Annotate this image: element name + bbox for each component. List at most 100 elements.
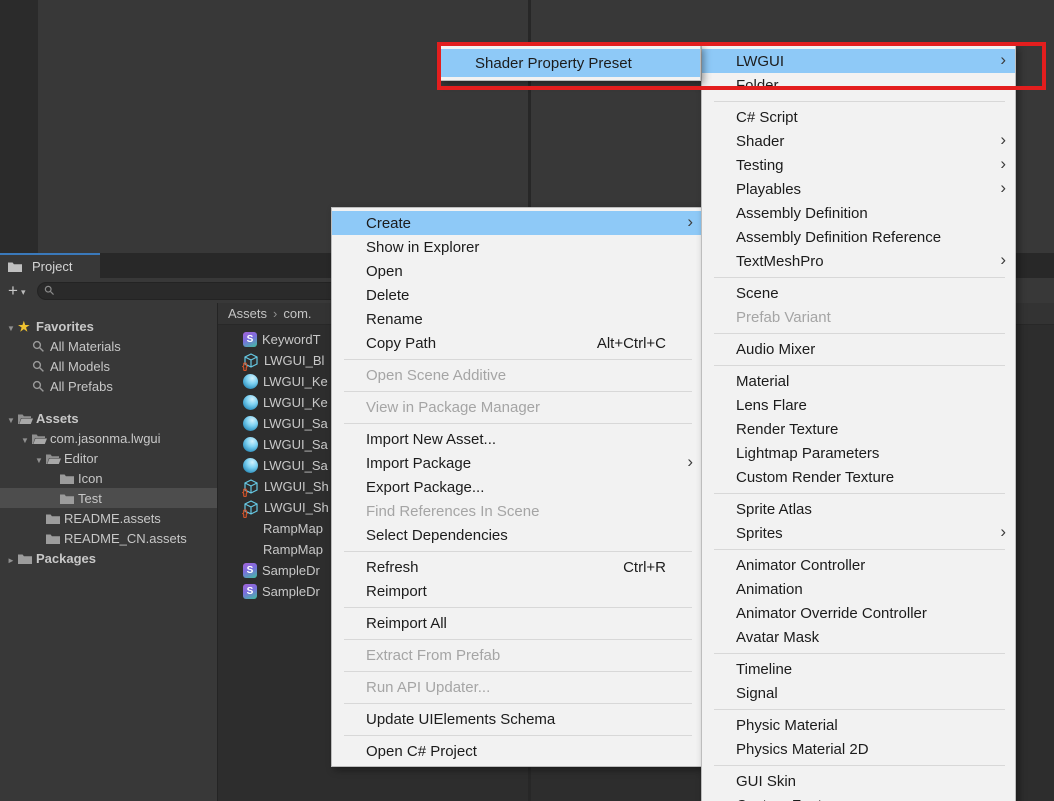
folder-open-icon <box>18 413 33 424</box>
menu-item-export-package[interactable]: Export Package... <box>332 475 702 499</box>
tree-item-label: com.jasonma.lwgui <box>50 431 161 446</box>
menu-item-material[interactable]: Material <box>702 369 1015 393</box>
tree-item-com-jasonma-lwgui[interactable]: ▼ com.jasonma.lwgui <box>0 428 217 448</box>
star-icon: ★ <box>18 320 30 333</box>
menu-item-custom-font[interactable]: Custom Font <box>702 793 1015 801</box>
menu-item-label: Lens Flare <box>736 397 807 414</box>
menu-item-assembly-definition[interactable]: Assembly Definition <box>702 201 1015 225</box>
tree-item-readme-assets[interactable]: README.assets <box>0 508 217 528</box>
tree-spacer <box>0 396 217 408</box>
expand-open-icon[interactable]: ▼ <box>18 431 32 446</box>
file-item-label: RampMap <box>263 521 323 536</box>
menu-separator <box>714 549 1005 550</box>
menu-separator <box>714 365 1005 366</box>
menu-item-refresh[interactable]: RefreshCtrl+R <box>332 555 702 579</box>
tree-item-favorites[interactable]: ▼★Favorites <box>0 316 217 336</box>
tree-item-readme-cn-assets[interactable]: README_CN.assets <box>0 528 217 548</box>
menu-item-label: Material <box>736 373 789 390</box>
tree-item-icon[interactable]: Icon <box>0 468 217 488</box>
tree-item-label: README_CN.assets <box>64 531 187 546</box>
menu-item-timeline[interactable]: Timeline <box>702 657 1015 681</box>
menu-item-lwgui[interactable]: LWGUI› <box>702 49 1015 73</box>
breadcrumb-folder[interactable]: com. <box>283 306 311 321</box>
menu-item-lightmap-parameters[interactable]: Lightmap Parameters <box>702 441 1015 465</box>
menu-item-reimport[interactable]: Reimport <box>332 579 702 603</box>
menu-item-extract-from-prefab: Extract From Prefab <box>332 643 702 667</box>
menu-item-import-new-asset[interactable]: Import New Asset... <box>332 427 702 451</box>
menu-item-select-dependencies[interactable]: Select Dependencies <box>332 523 702 547</box>
tree-item-assets[interactable]: ▼Assets <box>0 408 217 428</box>
tree-item-label: All Materials <box>50 339 121 354</box>
menu-item-open-c-project[interactable]: Open C# Project <box>332 739 702 763</box>
menu-item-gui-skin[interactable]: GUI Skin <box>702 769 1015 793</box>
menu-item-update-uielements-schema[interactable]: Update UIElements Schema <box>332 707 702 731</box>
menu-item-audio-mixer[interactable]: Audio Mixer <box>702 337 1015 361</box>
expand-open-icon[interactable]: ▼ <box>4 319 18 334</box>
material-sphere-icon <box>243 437 258 452</box>
menu-item-find-references-in-scene: Find References In Scene <box>332 499 702 523</box>
tree-item-label: All Models <box>50 359 110 374</box>
context-menu: Create›Show in ExplorerOpenDeleteRenameC… <box>331 207 703 767</box>
menu-item-label: Import Package <box>366 455 471 472</box>
menu-item-sprite-atlas[interactable]: Sprite Atlas <box>702 497 1015 521</box>
menu-item-scene[interactable]: Scene <box>702 281 1015 305</box>
menu-item-label: Copy Path <box>366 335 436 352</box>
tab-project[interactable]: Project <box>0 253 100 278</box>
menu-item-lens-flare[interactable]: Lens Flare <box>702 393 1015 417</box>
add-asset-button[interactable]: + <box>8 282 25 300</box>
menu-item-signal[interactable]: Signal <box>702 681 1015 705</box>
breadcrumb-assets[interactable]: Assets <box>228 306 267 321</box>
submenu-arrow-icon: › <box>1000 250 1006 270</box>
menu-item-reimport-all[interactable]: Reimport All <box>332 611 702 635</box>
menu-item-show-in-explorer[interactable]: Show in Explorer <box>332 235 702 259</box>
expand-closed-icon[interactable]: ► <box>4 551 18 566</box>
tree-item-packages[interactable]: ►Packages <box>0 548 217 568</box>
expand-open-icon[interactable]: ▼ <box>32 451 46 466</box>
menu-separator <box>344 551 692 552</box>
menu-item-c-script[interactable]: C# Script <box>702 105 1015 129</box>
tree-item-all-prefabs[interactable]: All Prefabs <box>0 376 217 396</box>
folder-icon <box>60 473 74 484</box>
tree-item-all-models[interactable]: All Models <box>0 356 217 376</box>
menu-item-label: Physics Material 2D <box>736 741 869 758</box>
menu-item-physic-material[interactable]: Physic Material <box>702 713 1015 737</box>
folder-icon <box>46 513 60 524</box>
tree-item-all-materials[interactable]: All Materials <box>0 336 217 356</box>
tree-item-test[interactable]: Test <box>0 488 217 508</box>
menu-item-testing[interactable]: Testing› <box>702 153 1015 177</box>
menu-item-playables[interactable]: Playables› <box>702 177 1015 201</box>
menu-item-textmeshpro[interactable]: TextMeshPro› <box>702 249 1015 273</box>
menu-separator <box>714 493 1005 494</box>
menu-item-open[interactable]: Open <box>332 259 702 283</box>
menu-item-animator-override-controller[interactable]: Animator Override Controller <box>702 601 1015 625</box>
expand-open-icon[interactable]: ▼ <box>4 411 18 426</box>
menu-item-sprites[interactable]: Sprites› <box>702 521 1015 545</box>
tree-item-editor[interactable]: ▼Editor <box>0 448 217 468</box>
menu-item-shader-property-preset[interactable]: Shader Property Preset <box>441 49 700 77</box>
menu-separator <box>344 703 692 704</box>
menu-item-folder[interactable]: Folder <box>702 73 1015 97</box>
search-icon <box>32 340 45 353</box>
menu-item-copy-path[interactable]: Copy PathAlt+Ctrl+C <box>332 331 702 355</box>
menu-item-label: Prefab Variant <box>736 309 831 326</box>
csharp-script-icon: S <box>243 332 257 347</box>
menu-item-custom-render-texture[interactable]: Custom Render Texture <box>702 465 1015 489</box>
menu-item-run-api-updater: Run API Updater... <box>332 675 702 699</box>
menu-item-label: Render Texture <box>736 421 838 438</box>
menu-item-label: Folder <box>736 77 779 94</box>
menu-item-label: Physic Material <box>736 717 838 734</box>
menu-separator <box>714 709 1005 710</box>
menu-item-animator-controller[interactable]: Animator Controller <box>702 553 1015 577</box>
menu-item-label: Signal <box>736 685 778 702</box>
menu-item-label: Animation <box>736 581 803 598</box>
menu-item-delete[interactable]: Delete <box>332 283 702 307</box>
menu-item-physics-material-2d[interactable]: Physics Material 2D <box>702 737 1015 761</box>
menu-item-animation[interactable]: Animation <box>702 577 1015 601</box>
menu-item-shader[interactable]: Shader› <box>702 129 1015 153</box>
menu-item-create[interactable]: Create› <box>332 211 702 235</box>
menu-item-avatar-mask[interactable]: Avatar Mask <box>702 625 1015 649</box>
menu-item-assembly-definition-reference[interactable]: Assembly Definition Reference <box>702 225 1015 249</box>
menu-item-import-package[interactable]: Import Package› <box>332 451 702 475</box>
menu-item-rename[interactable]: Rename <box>332 307 702 331</box>
menu-item-render-texture[interactable]: Render Texture <box>702 417 1015 441</box>
